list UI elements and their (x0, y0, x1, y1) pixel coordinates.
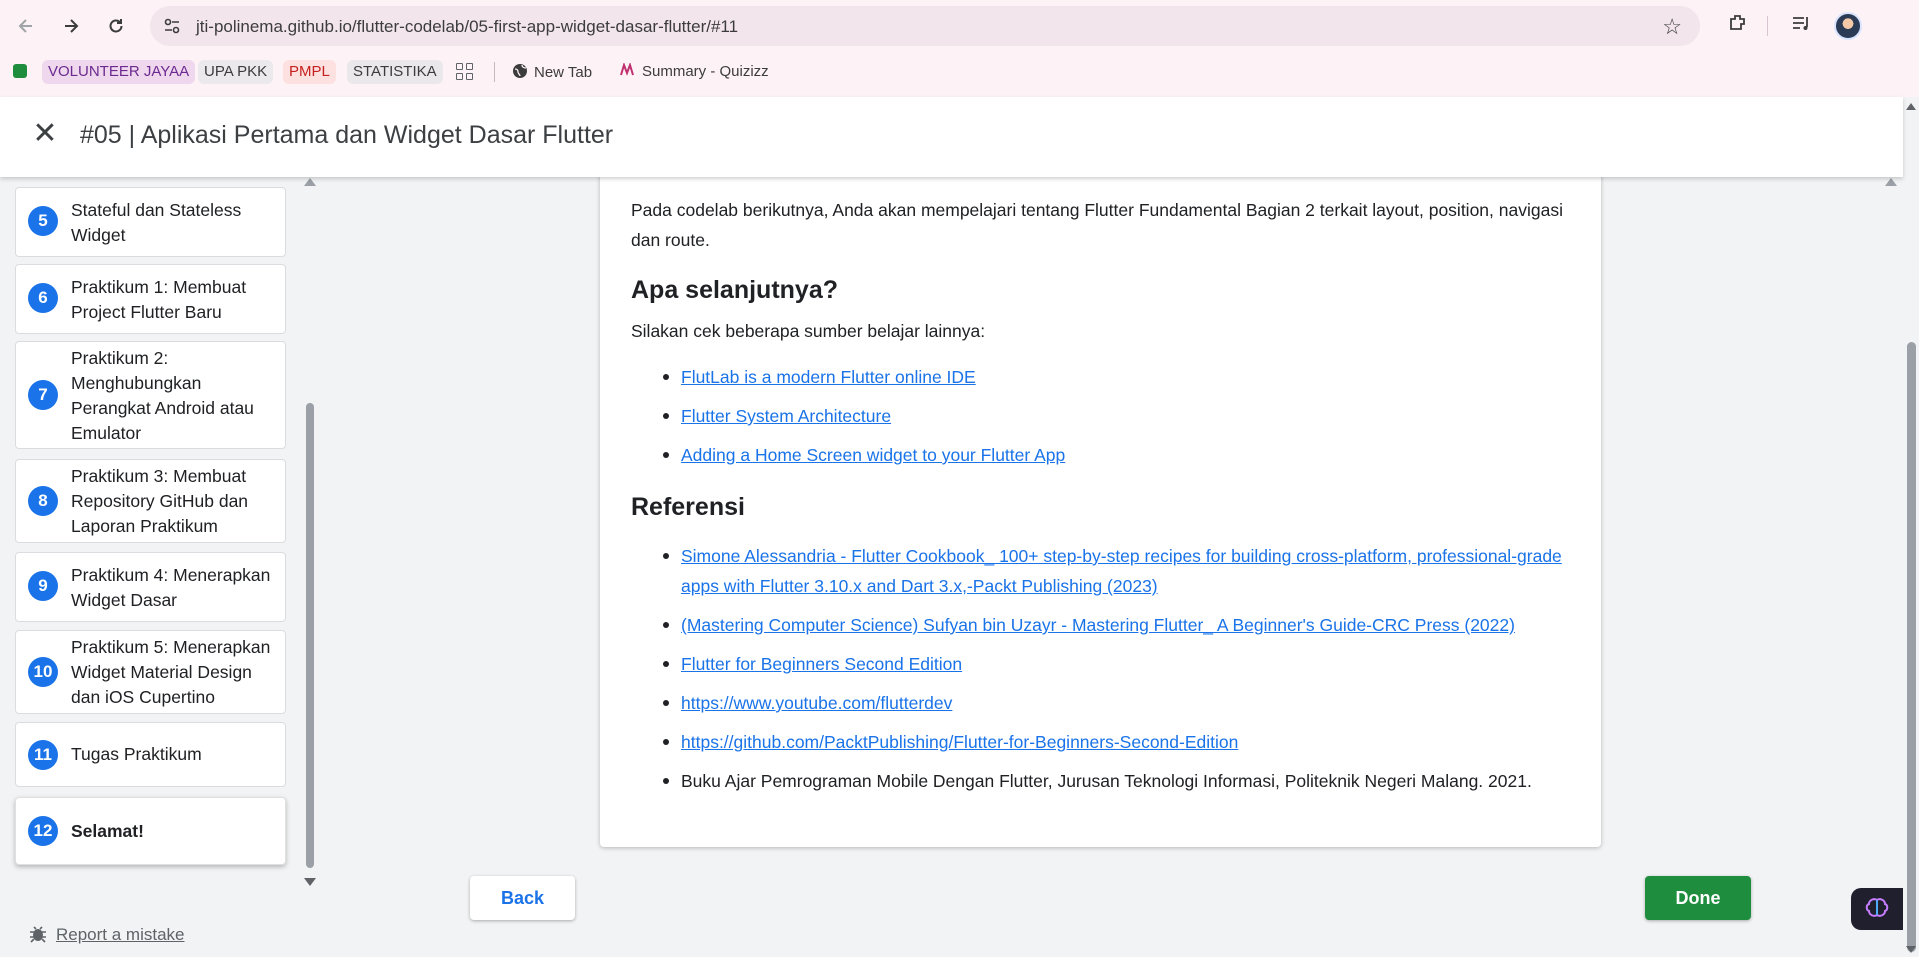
content-body: Pada codelab berikutnya, Anda akan mempe… (631, 197, 1571, 796)
step-item-6[interactable]: 6 Praktikum 1: Membuat Project Flutter B… (15, 264, 286, 334)
step-number: 8 (28, 486, 58, 516)
forward-arrow-icon[interactable] (55, 10, 87, 42)
quizizz-icon (620, 61, 634, 76)
step-number: 10 (28, 657, 58, 687)
step-item-9[interactable]: 9 Praktikum 4: Menerapkan Widget Dasar (15, 552, 286, 622)
page-scroll-down-icon[interactable] (1906, 946, 1916, 953)
bookmarks-bar: VOLUNTEER JAYAA UPA PKK PMPL STATISTIKA … (0, 56, 1919, 88)
content-scroll-up-icon[interactable] (1885, 178, 1897, 186)
step-number: 12 (28, 816, 58, 846)
address-bar[interactable]: jti-polinema.github.io/flutter-codelab/0… (150, 6, 1700, 46)
step-label: Praktikum 5: Menerapkan Widget Material … (71, 637, 271, 707)
step-label: Praktikum 3: Membuat Repository GitHub d… (71, 466, 249, 536)
step-label: Stateful dan Stateless Widget (71, 200, 242, 245)
reference-book: Buku Ajar Pemrograman Mobile Dengan Flut… (681, 771, 1532, 791)
list-item: (Mastering Computer Science) Sufyan bin … (631, 610, 1571, 640)
link-home-screen-widget[interactable]: Adding a Home Screen widget to your Flut… (681, 445, 1065, 465)
bookmarks-divider (494, 62, 495, 82)
list-item: Flutter System Architecture (631, 401, 1571, 431)
step-label: Praktikum 1: Membuat Project Flutter Bar… (71, 277, 247, 322)
content-card: Pada codelab berikutnya, Anda akan mempe… (600, 140, 1601, 847)
globe-icon (513, 64, 527, 78)
bookmark-quizizz-label: Summary - Quizizz (642, 63, 769, 80)
step-number: 6 (28, 283, 58, 313)
bookmark-quizizz[interactable]: Summary - Quizizz (614, 60, 775, 84)
bug-icon (30, 926, 46, 943)
sidebar-scroll-thumb[interactable] (306, 403, 314, 868)
browser-toolbar: jti-polinema.github.io/flutter-codelab/0… (0, 0, 1919, 52)
step-item-5[interactable]: 5 Stateful dan Stateless Widget (15, 187, 286, 257)
intro-paragraph: Pada codelab berikutnya, Anda akan mempe… (631, 200, 1563, 250)
close-icon[interactable]: ✕ (30, 119, 60, 149)
step-item-10[interactable]: 10 Praktikum 5: Menerapkan Widget Materi… (15, 630, 286, 714)
sheets-bookmark-icon[interactable] (13, 64, 27, 78)
list-item: https://github.com/PacktPublishing/Flutt… (631, 727, 1571, 757)
site-info-icon[interactable] (162, 16, 182, 36)
brain-extension-icon[interactable] (1851, 888, 1903, 930)
list-item: Flutter for Beginners Second Edition (631, 649, 1571, 679)
bookmark-pmpl[interactable]: PMPL (283, 60, 336, 84)
step-number: 9 (28, 571, 58, 601)
page-title: #05 | Aplikasi Pertama dan Widget Dasar … (80, 121, 614, 149)
bookmark-new-tab[interactable]: New Tab (506, 60, 598, 84)
page-scrollbar[interactable] (1903, 97, 1919, 957)
list-item: Adding a Home Screen widget to your Flut… (631, 440, 1571, 470)
scroll-down-arrow-icon[interactable] (304, 878, 316, 886)
step-item-8[interactable]: 8 Praktikum 3: Membuat Repository GitHub… (15, 459, 286, 543)
bookmark-volunteer[interactable]: VOLUNTEER JAYAA (42, 60, 196, 84)
report-mistake-link[interactable]: Report a mistake (56, 925, 185, 944)
scroll-up-arrow-icon[interactable] (304, 178, 316, 186)
list-item: FlutLab is a modern Flutter online IDE (631, 362, 1571, 392)
step-number: 5 (28, 206, 58, 236)
step-item-12-active[interactable]: 12 Selamat! (15, 797, 286, 865)
step-label: Praktikum 4: Menerapkan Widget Dasar (71, 565, 271, 610)
back-arrow-icon[interactable] (10, 10, 42, 42)
link-mastering-flutter[interactable]: (Mastering Computer Science) Sufyan bin … (681, 615, 1515, 635)
next-heading: Apa selanjutnya? (631, 276, 838, 304)
bookmark-upa-pkk[interactable]: UPA PKK (198, 60, 274, 84)
page-scroll-thumb[interactable] (1907, 342, 1916, 952)
link-flutter-for-beginners[interactable]: Flutter for Beginners Second Edition (681, 654, 962, 674)
link-flutter-cookbook[interactable]: Simone Alessandria - Flutter Cookbook_ 1… (681, 546, 1562, 596)
media-control-icon[interactable] (1790, 12, 1812, 40)
link-github-packt[interactable]: https://github.com/PacktPublishing/Flutt… (681, 732, 1238, 752)
step-item-11[interactable]: 11 Tugas Praktikum (15, 722, 286, 787)
page-scroll-up-icon[interactable] (1906, 103, 1916, 110)
link-youtube-flutterdev[interactable]: https://www.youtube.com/flutterdev (681, 693, 952, 713)
sidebar-scrollbar[interactable] (304, 178, 316, 886)
browser-chrome: jti-polinema.github.io/flutter-codelab/0… (0, 0, 1919, 97)
next-links-list: FlutLab is a modern Flutter online IDE F… (631, 362, 1571, 470)
step-label: Selamat! (71, 821, 144, 841)
step-number: 11 (28, 740, 58, 770)
steps-sidebar: 5 Stateful dan Stateless Widget 6 Prakti… (0, 177, 300, 877)
back-button[interactable]: Back (470, 876, 575, 920)
list-item: Buku Ajar Pemrograman Mobile Dengan Flut… (631, 766, 1571, 796)
done-button[interactable]: Done (1645, 876, 1751, 920)
reference-list: Simone Alessandria - Flutter Cookbook_ 1… (631, 541, 1571, 796)
report-mistake[interactable]: Report a mistake (28, 924, 185, 945)
apps-grid-icon[interactable] (456, 63, 474, 81)
step-label: Tugas Praktikum (71, 744, 202, 764)
step-label: Praktikum 2: Menghubungkan Perangkat And… (71, 348, 254, 443)
reload-icon[interactable] (100, 10, 132, 42)
next-intro: Silakan cek beberapa sumber belajar lain… (631, 321, 986, 341)
bookmark-star-icon[interactable]: ☆ (1662, 14, 1682, 40)
reference-heading: Referensi (631, 493, 745, 521)
url-text[interactable]: jti-polinema.github.io/flutter-codelab/0… (196, 17, 738, 37)
profile-avatar[interactable] (1834, 12, 1862, 40)
codelab-header: ✕ #05 | Aplikasi Pertama dan Widget Dasa… (0, 97, 1903, 177)
step-item-7[interactable]: 7 Praktikum 2: Menghubungkan Perangkat A… (15, 341, 286, 449)
link-flutlab[interactable]: FlutLab is a modern Flutter online IDE (681, 367, 976, 387)
extensions-icon[interactable] (1727, 12, 1749, 40)
bookmark-statistika[interactable]: STATISTIKA (347, 60, 443, 84)
toolbar-divider (1767, 16, 1768, 36)
bookmark-new-tab-label: New Tab (534, 64, 593, 81)
list-item: Simone Alessandria - Flutter Cookbook_ 1… (631, 541, 1571, 601)
step-number: 7 (28, 380, 58, 410)
list-item: https://www.youtube.com/flutterdev (631, 688, 1571, 718)
link-system-architecture[interactable]: Flutter System Architecture (681, 406, 891, 426)
